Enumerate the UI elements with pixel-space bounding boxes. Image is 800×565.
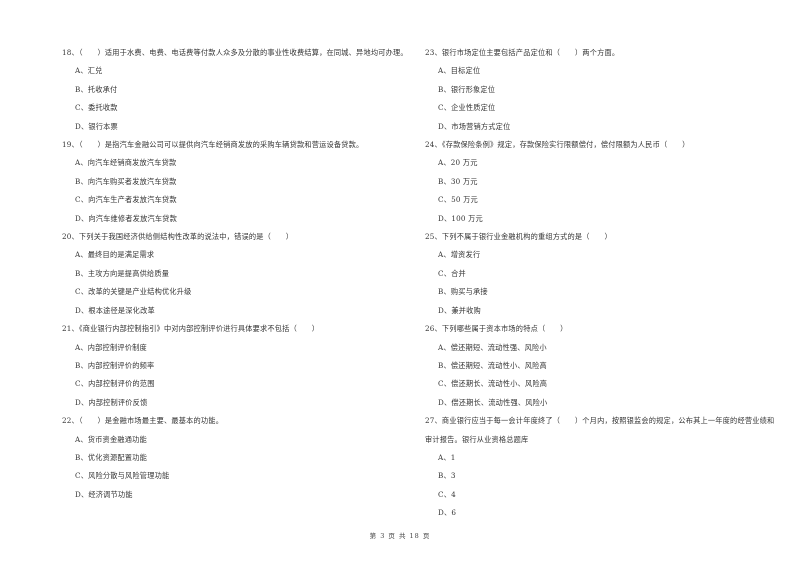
page-footer: 第 3 页 共 18 页	[369, 532, 431, 540]
option-d: D、经济调节功能	[75, 489, 133, 499]
question-stem: 18、（ ）适用于水费、电费、电话费等付款人众多及分散的事业性收费结算，在同城、…	[62, 48, 408, 57]
option-d: D、100 万元	[438, 213, 483, 223]
option-b: B、银行形象定位	[438, 84, 496, 94]
option-b: B、偿还期短、流动性小、风险高	[438, 360, 547, 370]
option-c: C、偿还期长、流动性小、风险高	[438, 379, 548, 389]
option-c: C、改革的关键是产业结构优化升级	[75, 287, 192, 297]
question-24: 24、《存款保险条例》规定，存款保险实行限额偿付，偿付限额为人民币（ ） A、2…	[425, 136, 775, 228]
option-a: A、最终目的是满足需求	[75, 250, 155, 260]
option-c: C、4	[438, 489, 456, 499]
option-b: B、3	[438, 471, 456, 481]
question-23: 23、银行市场定位主要包括产品定位和（ ）两个方面。 A、目标定位 B、银行形象…	[425, 44, 775, 136]
option-d: D、内部控制评价反馈	[75, 397, 148, 407]
option-c: C、委托收款	[75, 103, 118, 113]
option-a: A、向汽车经销商发放汽车贷款	[75, 158, 177, 168]
question-26: 26、下列哪些属于资本市场的特点（ ） A、偿还期短、流动性强、风险小 B、偿还…	[425, 320, 775, 412]
option-b: B、优化资源配置功能	[75, 452, 147, 462]
option-d: D、市场营销方式定位	[438, 121, 511, 131]
question-stem: 23、银行市场定位主要包括产品定位和（ ）两个方面。	[425, 48, 620, 57]
option-c: C、企业性质定位	[438, 103, 496, 113]
question-stem: 21、《商业银行内部控制指引》中对内部控制评价进行具体要求不包括（ ）	[62, 324, 320, 334]
option-a: A、汇兑	[75, 66, 103, 76]
option-d: D、偿还期长、流动性强、风险小	[438, 397, 548, 407]
question-stem: 20、下列关于我国经济供给侧结构性改革的说法中，错误的是（ ）	[62, 232, 294, 242]
question-25: 25、下列不属于银行业金融机构的重组方式的是（ ） A、增资发行 C、合并 B、…	[425, 228, 775, 320]
option-d: D、银行本票	[75, 121, 118, 131]
option-d: D、6	[438, 508, 457, 518]
question-18: 18、（ ）适用于水费、电费、电话费等付款人众多及分散的事业性收费结算，在同城、…	[62, 44, 412, 136]
question-stem: 25、下列不属于银行业金融机构的重组方式的是（ ）	[425, 232, 612, 242]
left-column: 18、（ ）适用于水费、电费、电话费等付款人众多及分散的事业性收费结算，在同城、…	[62, 44, 412, 504]
option-c: C、风险分散与风险管理功能	[75, 471, 170, 481]
option-c: C、内部控制评价的范围	[75, 379, 155, 389]
option-b: B、主攻方向是提高供给质量	[75, 268, 170, 278]
question-stem: 27、商业银行应当于每一会计年度终了（ ）个月内，按照银监会的规定，公布其上一年…	[425, 416, 775, 444]
option-c: C、向汽车生产者发放汽车贷款	[75, 195, 177, 205]
option-b: B、托收承付	[75, 84, 118, 94]
question-stem: 26、下列哪些属于资本市场的特点（ ）	[425, 324, 568, 334]
question-stem: 22、（ ）是金融市场最主要、最基本的功能。	[62, 416, 224, 426]
right-column: 23、银行市场定位主要包括产品定位和（ ）两个方面。 A、目标定位 B、银行形象…	[425, 44, 775, 523]
option-d: D、向汽车维修者发放汽车贷款	[75, 213, 178, 223]
option-a: A、偿还期短、流动性强、风险小	[438, 342, 547, 352]
option-b: B、向汽车购买者发放汽车贷款	[75, 176, 177, 186]
option-2: C、合并	[438, 268, 466, 278]
option-d: D、根本途径是深化改革	[75, 305, 155, 315]
option-a: A、20 万元	[438, 158, 478, 168]
option-b: B、30 万元	[438, 176, 478, 186]
question-21: 21、《商业银行内部控制指引》中对内部控制评价进行具体要求不包括（ ） A、内部…	[62, 320, 412, 412]
option-a: A、1	[438, 452, 456, 462]
option-a: A、目标定位	[438, 66, 481, 76]
option-1: A、增资发行	[438, 250, 481, 260]
option-a: A、货币资金融通功能	[75, 434, 147, 444]
option-a: A、内部控制评价制度	[75, 342, 147, 352]
option-c: C、50 万元	[438, 195, 478, 205]
question-stem: 24、《存款保险条例》规定，存款保险实行限额偿付，偿付限额为人民币（ ）	[425, 140, 690, 150]
question-19: 19、（ ）是指汽车金融公司可以提供向汽车经销商发放的采购车辆贷款和营运设备贷款…	[62, 136, 412, 228]
question-stem: 19、（ ）是指汽车金融公司可以提供向汽车经销商发放的采购车辆贷款和营运设备贷款…	[62, 140, 364, 150]
question-20: 20、下列关于我国经济供给侧结构性改革的说法中，错误的是（ ） A、最终目的是满…	[62, 228, 412, 320]
question-27: 27、商业银行应当于每一会计年度终了（ ）个月内，按照银监会的规定，公布其上一年…	[425, 412, 775, 522]
question-22: 22、（ ）是金融市场最主要、最基本的功能。 A、货币资金融通功能 B、优化资源…	[62, 412, 412, 504]
option-3: B、购买与承接	[438, 287, 488, 297]
option-4: D、兼并收购	[438, 305, 481, 315]
option-b: B、内部控制评价的频率	[75, 360, 155, 370]
